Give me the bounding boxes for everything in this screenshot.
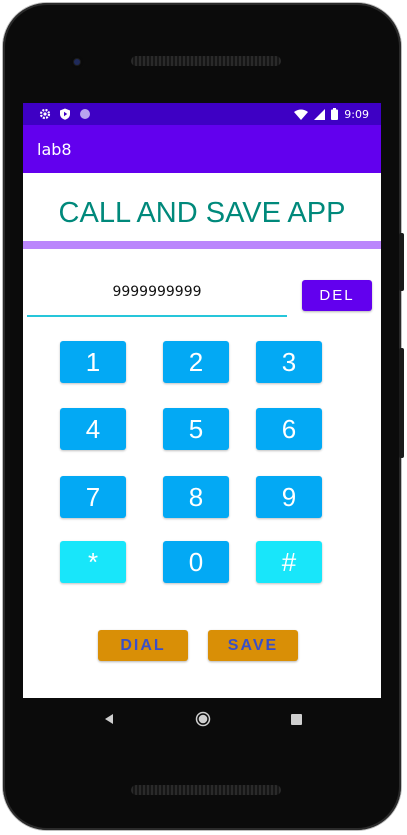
key-1[interactable]: 1 <box>60 341 126 383</box>
save-button[interactable]: SAVE <box>208 630 298 661</box>
back-icon[interactable] <box>103 713 115 725</box>
key-6[interactable]: 6 <box>256 408 322 450</box>
page-title: CALL AND SAVE APP <box>58 197 346 229</box>
home-icon[interactable] <box>195 711 211 727</box>
recents-icon[interactable] <box>290 713 302 725</box>
key-star[interactable]: * <box>60 541 126 583</box>
key-4[interactable]: 4 <box>60 408 126 450</box>
key-9[interactable]: 9 <box>256 476 322 518</box>
key-5[interactable]: 5 <box>163 408 229 450</box>
key-2[interactable]: 2 <box>163 341 229 383</box>
signal-icon <box>314 108 326 120</box>
key-hash[interactable]: # <box>256 541 322 583</box>
power-button <box>399 233 404 291</box>
header-divider <box>23 241 381 249</box>
volume-button <box>399 348 404 458</box>
phone-number-input[interactable]: 9999999999 <box>27 281 287 317</box>
status-bar: 9:09 <box>23 103 381 125</box>
status-time: 9:09 <box>344 107 369 121</box>
key-7[interactable]: 7 <box>60 476 126 518</box>
bottom-speaker <box>131 785 281 795</box>
navigation-bar <box>23 698 381 740</box>
shield-play-icon <box>60 108 70 120</box>
app-bar-title: lab8 <box>37 139 72 159</box>
dot-icon <box>80 109 90 119</box>
app-bar: lab8 <box>23 125 381 173</box>
key-8[interactable]: 8 <box>163 476 229 518</box>
dial-button[interactable]: DIAL <box>98 630 188 661</box>
battery-icon <box>331 108 339 120</box>
app-screen: 9:09 lab8 CALL AND SAVE APP 9999999999 D… <box>23 103 381 698</box>
wifi-icon <box>294 109 309 120</box>
key-3[interactable]: 3 <box>256 341 322 383</box>
key-0[interactable]: 0 <box>163 541 229 583</box>
top-speaker <box>131 56 281 66</box>
front-camera <box>70 55 84 69</box>
del-button[interactable]: DEL <box>302 280 372 311</box>
gear-icon <box>39 108 51 120</box>
